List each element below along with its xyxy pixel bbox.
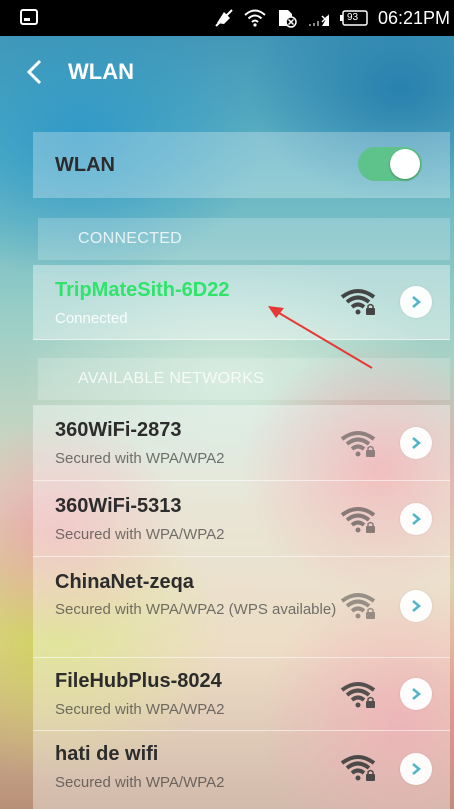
network-name: 360WiFi-2873 bbox=[55, 419, 182, 441]
clock: 06:21PM bbox=[377, 7, 450, 28]
wifi-lock-icon bbox=[340, 593, 376, 619]
section-label: CONNECTED bbox=[78, 230, 183, 247]
network-name: ChinaNet-zeqa bbox=[55, 571, 194, 593]
wifi-lock-icon bbox=[340, 289, 376, 315]
network-details-button[interactable] bbox=[400, 590, 432, 622]
network-name: FileHubPlus-8024 bbox=[55, 670, 222, 692]
chevron-right-icon bbox=[412, 296, 421, 308]
chevron-right-icon bbox=[412, 513, 421, 525]
network-details-button[interactable] bbox=[400, 286, 432, 318]
header: WLAN bbox=[0, 44, 454, 100]
network-details-button[interactable] bbox=[400, 753, 432, 785]
network-row[interactable]: hati de wifi Secured with WPA/WPA2 bbox=[33, 731, 450, 809]
signal-icon bbox=[308, 9, 330, 27]
toggle-knob bbox=[390, 149, 420, 179]
network-status: Secured with WPA/WPA2 (WPS available) bbox=[55, 601, 337, 618]
wifi-lock-icon bbox=[340, 682, 376, 708]
section-header-available: AVAILABLE NETWORKS bbox=[38, 358, 450, 400]
wifi-lock-icon bbox=[340, 755, 376, 781]
no-sim-icon bbox=[276, 8, 298, 28]
chevron-right-icon bbox=[412, 763, 421, 775]
network-details-button[interactable] bbox=[400, 678, 432, 710]
section-label: AVAILABLE NETWORKS bbox=[78, 370, 265, 387]
connected-network-row[interactable]: TripMateSith-6D22 Connected bbox=[33, 265, 450, 340]
wifi-lock-icon bbox=[340, 507, 376, 533]
wlan-toggle-switch[interactable] bbox=[358, 147, 422, 181]
status-bar: 93 06:21PM bbox=[0, 0, 454, 36]
wlan-toggle-row[interactable]: WLAN bbox=[33, 132, 450, 198]
network-name: TripMateSith-6D22 bbox=[55, 279, 230, 301]
network-row[interactable]: 360WiFi-5313 Secured with WPA/WPA2 bbox=[33, 481, 450, 557]
wifi-icon bbox=[244, 9, 266, 27]
chevron-right-icon bbox=[412, 437, 421, 449]
page-title: WLAN bbox=[68, 59, 134, 84]
chevron-left-icon bbox=[26, 59, 42, 85]
chevron-right-icon bbox=[412, 688, 421, 700]
wifi-lock-icon bbox=[340, 431, 376, 457]
network-name: 360WiFi-5313 bbox=[55, 495, 182, 517]
network-status: Secured with WPA/WPA2 bbox=[55, 774, 225, 791]
network-row[interactable]: ChinaNet-zeqa Secured with WPA/WPA2 (WPS… bbox=[33, 557, 450, 658]
network-details-button[interactable] bbox=[400, 427, 432, 459]
back-button[interactable] bbox=[26, 52, 66, 92]
network-status: Connected bbox=[55, 310, 128, 327]
network-status: Secured with WPA/WPA2 bbox=[55, 450, 225, 467]
chevron-right-icon bbox=[412, 600, 421, 612]
wlan-label: WLAN bbox=[55, 153, 115, 176]
section-header-connected: CONNECTED bbox=[38, 218, 450, 260]
battery-icon: 93 bbox=[339, 10, 368, 26]
network-status: Secured with WPA/WPA2 bbox=[55, 526, 225, 543]
network-details-button[interactable] bbox=[400, 503, 432, 535]
network-row[interactable]: 360WiFi-2873 Secured with WPA/WPA2 bbox=[33, 405, 450, 481]
battery-level: 93 bbox=[346, 12, 359, 23]
screenshot-icon bbox=[20, 9, 38, 25]
network-row[interactable]: FileHubPlus-8024 Secured with WPA/WPA2 bbox=[33, 658, 450, 731]
muted-icon bbox=[214, 9, 234, 27]
network-status: Secured with WPA/WPA2 bbox=[55, 701, 225, 718]
network-name: hati de wifi bbox=[55, 743, 159, 765]
